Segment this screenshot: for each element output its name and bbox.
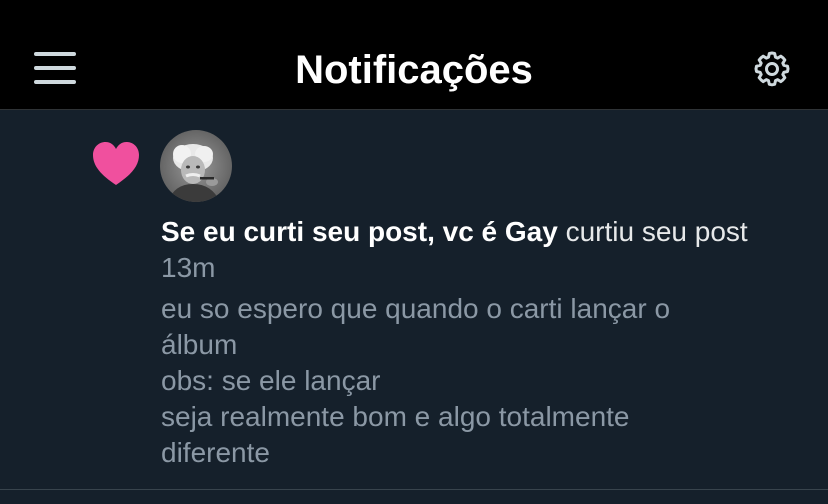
next-list-item — [0, 490, 828, 504]
post-line: seja realmente bom e algo totalmente — [161, 401, 630, 432]
page-title: Notificações — [295, 48, 533, 92]
notification-action: curtiu seu post — [565, 216, 748, 247]
post-line: obs: se ele lançar — [161, 365, 381, 396]
post-line: álbum — [161, 329, 238, 360]
gear-icon[interactable] — [752, 49, 792, 89]
notification-timestamp: 13m — [161, 252, 216, 283]
heart-icon — [92, 141, 140, 187]
notification-user-name[interactable]: Se eu curti seu post, vc é Gay — [161, 216, 558, 247]
notification-message: Se eu curti seu post, vc é Gay curtiu se… — [161, 214, 801, 286]
post-line: diferente — [161, 437, 270, 468]
avatar[interactable] — [160, 130, 232, 202]
post-line: eu so espero que quando o carti lançar o — [161, 293, 671, 324]
post-excerpt[interactable]: eu so espero que quando o carti lançar o… — [161, 291, 801, 471]
top-app-bar: Notificações — [0, 0, 828, 110]
